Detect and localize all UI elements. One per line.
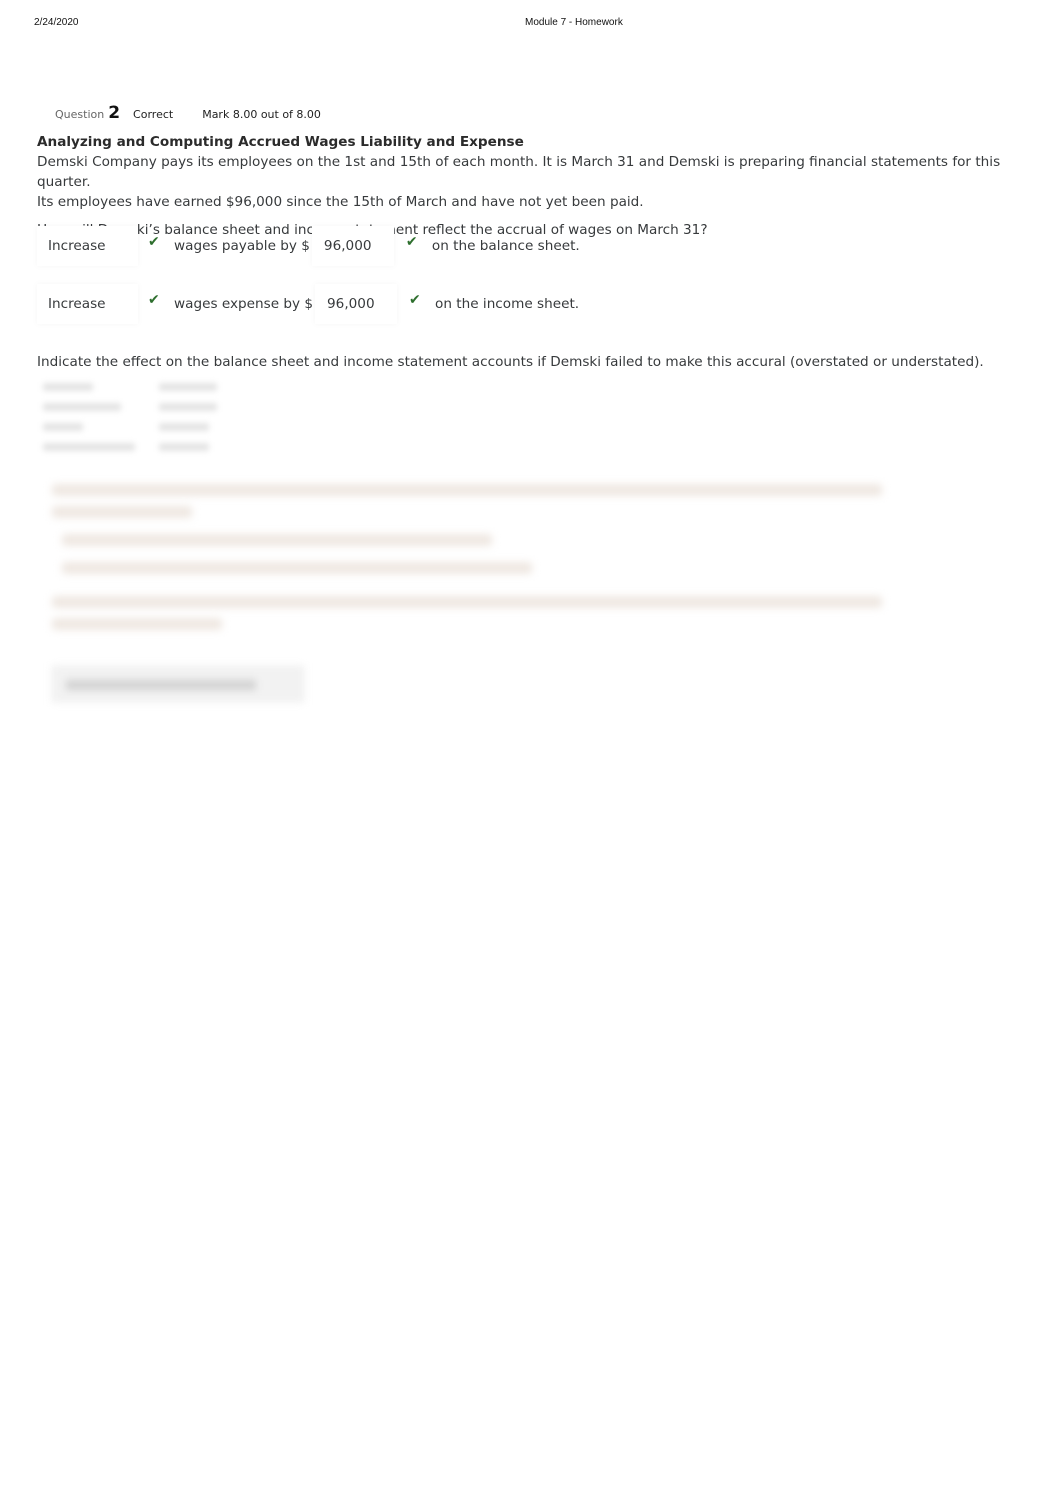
answer-row-wages-expense: Increase ✔ wages expense by $ 96,000 ✔ o…	[37, 282, 579, 326]
wages-expense-direction-select[interactable]: Increase	[37, 284, 138, 324]
blurred-line	[52, 596, 882, 608]
blurred-cell	[159, 443, 209, 451]
effect-prompt: Indicate the effect on the balance sheet…	[37, 354, 984, 370]
blurred-line	[62, 562, 532, 574]
question-paragraph-line-1: Demski Company pays its employees on the…	[37, 154, 1001, 190]
blurred-line	[62, 534, 492, 546]
blurred-line	[52, 506, 192, 518]
answer-row-wages-payable: Increase ✔ wages payable by $ 96,000 ✔ o…	[37, 224, 580, 268]
blurred-feedback-section	[48, 478, 888, 718]
question-title: Analyzing and Computing Accrued Wages Li…	[37, 134, 524, 150]
check-icon: ✔	[148, 292, 160, 308]
blurred-button-label	[66, 680, 256, 690]
question-state: Correct	[133, 108, 174, 121]
wages-expense-label: wages expense by $	[174, 296, 314, 312]
question-info: Question 2 Correct Mark 8.00 out of 8.00	[55, 103, 321, 123]
blurred-cell	[159, 383, 217, 391]
wages-payable-label: wages payable by $	[174, 238, 310, 254]
question-label: Question	[55, 108, 105, 121]
blurred-line	[52, 618, 222, 630]
blurred-line	[52, 484, 882, 496]
blurred-cell	[43, 423, 83, 431]
wages-payable-amount-input[interactable]: 96,000	[311, 226, 394, 266]
wages-payable-direction-value: Increase	[48, 238, 106, 254]
print-title: Module 7 - Homework	[525, 17, 623, 28]
question-paragraph-line-2: Its employees have earned $96,000 since …	[37, 194, 644, 210]
wages-payable-suffix: on the balance sheet.	[431, 238, 580, 254]
wages-payable-amount-value: 96,000	[323, 238, 372, 254]
blurred-effect-table	[37, 377, 327, 459]
check-icon: ✔	[409, 292, 421, 308]
wages-payable-direction-select[interactable]: Increase	[37, 226, 138, 266]
print-date: 2/24/2020	[34, 17, 79, 28]
check-icon: ✔	[148, 234, 160, 250]
check-icon: ✔	[405, 234, 418, 250]
blurred-cell	[43, 383, 93, 391]
blurred-cell	[43, 443, 135, 451]
wages-expense-suffix: on the income sheet.	[435, 296, 580, 312]
blurred-cell	[159, 423, 209, 431]
question-grade: Mark 8.00 out of 8.00	[202, 108, 321, 121]
wages-expense-amount-input[interactable]: 96,000	[315, 284, 398, 324]
wages-expense-amount-value: 96,000	[327, 296, 375, 312]
blurred-cell	[43, 403, 121, 411]
print-header: 2/24/2020 Module 7 - Homework	[0, 17, 1062, 31]
blurred-cell	[159, 403, 217, 411]
question-number: 2	[108, 103, 121, 123]
wages-expense-direction-value: Increase	[48, 296, 106, 312]
